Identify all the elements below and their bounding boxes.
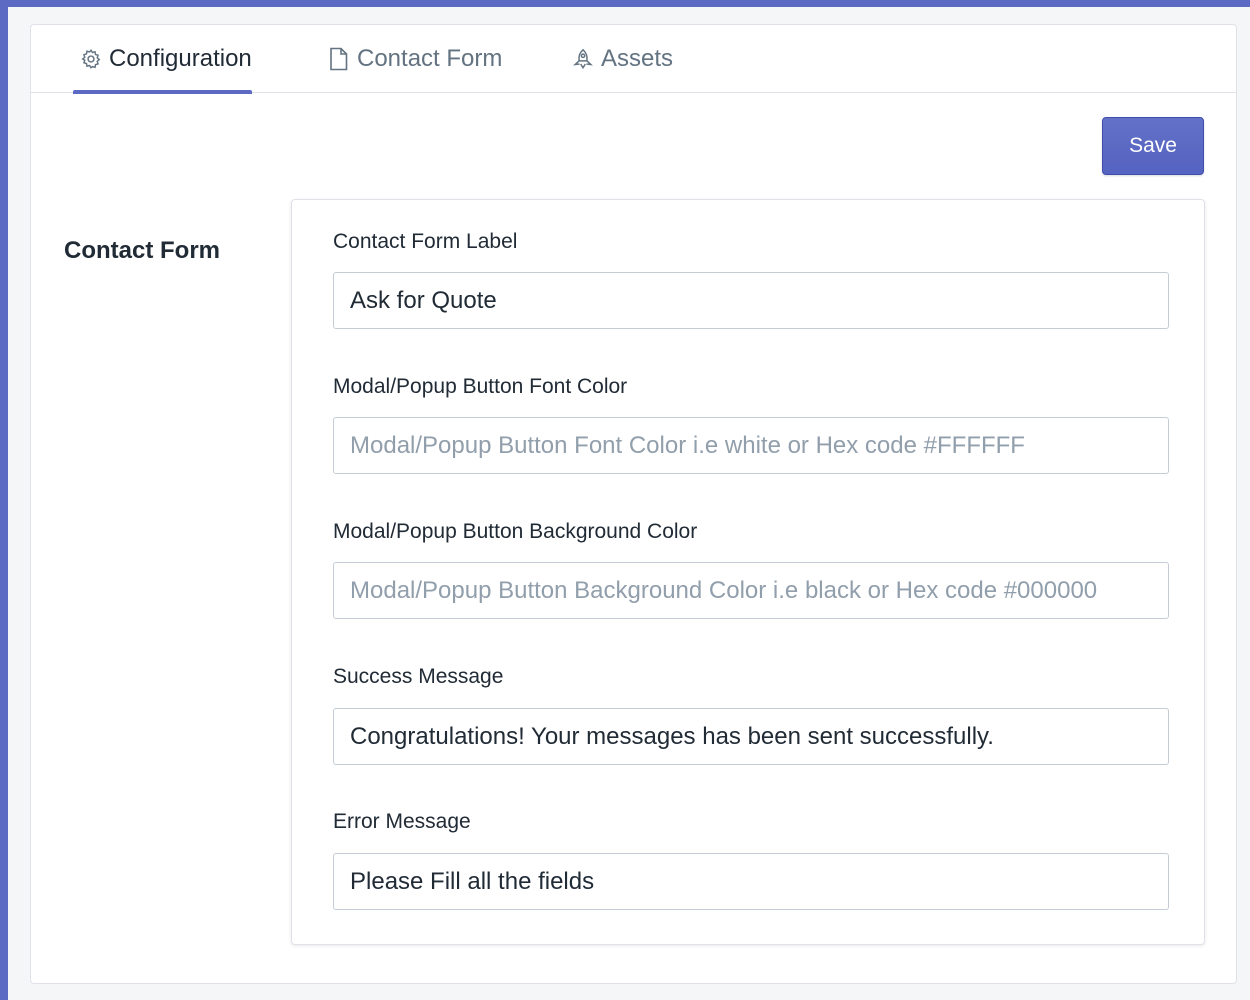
tab-assets[interactable]: Assets bbox=[571, 25, 673, 93]
error-message-label: Error Message bbox=[333, 810, 471, 833]
success-message-label: Success Message bbox=[333, 665, 504, 688]
settings-card: Configuration Contact Form Assets Save C… bbox=[30, 24, 1237, 984]
font-color-label: Modal/Popup Button Font Color bbox=[333, 375, 628, 398]
rocket-icon bbox=[571, 47, 595, 71]
tab-contact-form[interactable]: Contact Form bbox=[327, 25, 502, 93]
tab-contact-form-label: Contact Form bbox=[357, 45, 503, 72]
tab-assets-label: Assets bbox=[601, 45, 674, 72]
document-icon bbox=[327, 47, 351, 71]
section-title: Contact Form bbox=[64, 237, 220, 264]
app-frame: Configuration Contact Form Assets Save C… bbox=[8, 7, 1250, 1000]
contact-form-panel: Contact Form Label Modal/Popup Button Fo… bbox=[291, 199, 1205, 945]
contact-form-label-input[interactable] bbox=[333, 272, 1169, 329]
save-button[interactable]: Save bbox=[1102, 117, 1204, 175]
background-color-label: Modal/Popup Button Background Color bbox=[333, 520, 698, 543]
tab-bar: Configuration Contact Form Assets bbox=[31, 25, 1236, 94]
contact-form-label-label: Contact Form Label bbox=[333, 230, 518, 253]
tab-configuration-label: Configuration bbox=[109, 45, 252, 72]
success-message-input[interactable] bbox=[333, 708, 1169, 765]
gear-icon bbox=[79, 47, 103, 71]
background-color-input[interactable] bbox=[333, 562, 1169, 619]
error-message-input[interactable] bbox=[333, 853, 1169, 910]
font-color-input[interactable] bbox=[333, 417, 1169, 474]
tab-configuration[interactable]: Configuration bbox=[73, 25, 252, 94]
